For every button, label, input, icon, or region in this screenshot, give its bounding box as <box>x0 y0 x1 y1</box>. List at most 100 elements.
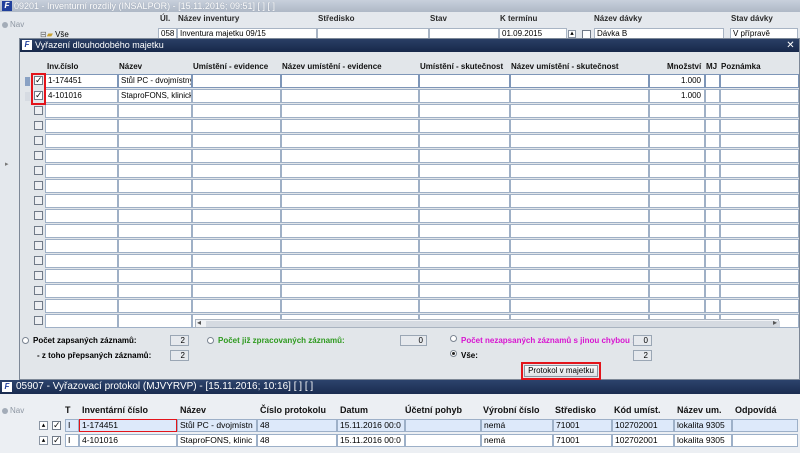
table-row-empty[interactable] <box>20 224 799 238</box>
empty-cell[interactable] <box>281 194 419 208</box>
empty-cell[interactable] <box>720 104 799 118</box>
table-row[interactable]: ✓ 4-101016 StaproFONS, klinický 1.000 <box>20 89 799 103</box>
empty-cell[interactable] <box>705 284 720 298</box>
empty-cell[interactable] <box>192 224 281 238</box>
empty-cell[interactable] <box>419 194 510 208</box>
row-checkbox[interactable] <box>34 181 43 190</box>
bottom-cell-kod[interactable]: 102702001 <box>612 419 674 432</box>
col-nazev[interactable]: Název <box>119 62 142 72</box>
row-checkbox[interactable] <box>34 106 43 115</box>
cell-umisteni-skutecnost[interactable] <box>419 89 510 103</box>
empty-cell[interactable] <box>510 284 649 298</box>
empty-cell[interactable] <box>419 224 510 238</box>
empty-cell[interactable] <box>510 254 649 268</box>
empty-cell[interactable] <box>45 209 118 223</box>
empty-cell[interactable] <box>649 194 705 208</box>
cell-nazev[interactable]: StaproFONS, klinický <box>118 89 192 103</box>
empty-cell[interactable] <box>510 299 649 313</box>
col-umisteni-skutecnost[interactable]: Umístění - skutečnost <box>420 62 503 72</box>
row-checkbox[interactable] <box>34 121 43 130</box>
background-nav-toggle[interactable]: Nav <box>2 20 24 29</box>
empty-cell[interactable] <box>720 149 799 163</box>
empty-cell[interactable] <box>720 179 799 193</box>
table-row-empty[interactable] <box>20 134 799 148</box>
empty-cell[interactable] <box>118 164 192 178</box>
table-row-empty[interactable] <box>20 164 799 178</box>
bottom-cell-protokol[interactable]: 48 <box>257 419 337 432</box>
bottom-cell-ucetni[interactable] <box>405 434 481 447</box>
empty-cell[interactable] <box>45 239 118 253</box>
empty-cell[interactable] <box>649 239 705 253</box>
empty-cell[interactable] <box>45 119 118 133</box>
empty-cell[interactable] <box>705 179 720 193</box>
row-checkbox[interactable] <box>34 316 43 325</box>
col-umisteni-evidence[interactable]: Umístění - evidence <box>193 62 268 72</box>
empty-cell[interactable] <box>45 179 118 193</box>
empty-cell[interactable] <box>192 194 281 208</box>
row-checkbox[interactable] <box>34 226 43 235</box>
empty-cell[interactable] <box>705 209 720 223</box>
empty-cell[interactable] <box>281 239 419 253</box>
table-row-empty[interactable] <box>20 104 799 118</box>
bcol-t[interactable]: T <box>65 405 71 415</box>
empty-cell[interactable] <box>720 194 799 208</box>
empty-cell[interactable] <box>419 164 510 178</box>
empty-cell[interactable] <box>192 104 281 118</box>
empty-cell[interactable] <box>118 149 192 163</box>
table-row-empty[interactable] <box>20 254 799 268</box>
empty-cell[interactable] <box>45 224 118 238</box>
col-nazev-umisteni-skutecnost[interactable]: Název umístění - skutečnost <box>511 62 619 72</box>
bottom-cell-t[interactable]: I <box>65 419 79 432</box>
empty-cell[interactable] <box>118 314 192 328</box>
cell-umisteni-skutecnost[interactable] <box>419 74 510 88</box>
horizontal-scrollbar[interactable]: ◂ ▸ <box>195 318 780 328</box>
empty-cell[interactable] <box>720 284 799 298</box>
empty-cell[interactable] <box>705 224 720 238</box>
empty-cell[interactable] <box>192 179 281 193</box>
bottom-cell-name[interactable]: StaproFONS, klinic <box>177 434 257 447</box>
bottom-cell-vyrobni[interactable]: nemá <box>481 434 553 447</box>
empty-cell[interactable] <box>419 119 510 133</box>
empty-cell[interactable] <box>419 284 510 298</box>
bottom-cell-stredisko[interactable]: 71001 <box>553 434 612 447</box>
cell-mnozstvi[interactable]: 1.000 <box>649 89 705 103</box>
empty-cell[interactable] <box>45 299 118 313</box>
row-checkbox[interactable] <box>34 241 43 250</box>
cell-poznamka[interactable] <box>720 89 799 103</box>
row-checkbox[interactable] <box>34 136 43 145</box>
col-poznamka[interactable]: Poznámka <box>721 62 761 72</box>
empty-cell[interactable] <box>649 209 705 223</box>
empty-cell[interactable] <box>510 104 649 118</box>
empty-cell[interactable] <box>45 164 118 178</box>
table-row-empty[interactable] <box>20 194 799 208</box>
cell-nazev-umisteni-evidence[interactable] <box>281 89 419 103</box>
col-inv-cislo[interactable]: Inv.číslo <box>47 62 78 72</box>
row-checkbox[interactable]: ✓ <box>52 421 61 430</box>
cell-nazev-umisteni-skutecnost[interactable] <box>510 74 649 88</box>
row-scroll-icon[interactable]: ▴ <box>39 436 48 445</box>
bcol-nazev-um[interactable]: Název um. <box>677 405 722 415</box>
bcol-inv-cislo[interactable]: Inventární číslo <box>82 405 148 415</box>
cell-nazev-umisteni-evidence[interactable] <box>281 74 419 88</box>
row-checkbox[interactable] <box>34 166 43 175</box>
empty-cell[interactable] <box>281 134 419 148</box>
empty-cell[interactable] <box>510 134 649 148</box>
bottom-window-titlebar[interactable]: F 05907 - Vyřazovací protokol (MJVYRVP) … <box>0 380 800 394</box>
empty-cell[interactable] <box>281 254 419 268</box>
empty-cell[interactable] <box>118 209 192 223</box>
empty-cell[interactable] <box>510 179 649 193</box>
empty-cell[interactable] <box>705 134 720 148</box>
empty-cell[interactable] <box>510 239 649 253</box>
bcol-odpovida[interactable]: Odpovídá <box>735 405 777 415</box>
empty-cell[interactable] <box>649 119 705 133</box>
table-row-empty[interactable] <box>20 179 799 193</box>
empty-cell[interactable] <box>118 179 192 193</box>
empty-cell[interactable] <box>281 224 419 238</box>
empty-cell[interactable] <box>281 284 419 298</box>
empty-cell[interactable] <box>118 119 192 133</box>
cell-inv-cislo[interactable]: 4-101016 <box>45 89 118 103</box>
empty-cell[interactable] <box>192 119 281 133</box>
empty-cell[interactable] <box>720 299 799 313</box>
empty-cell[interactable] <box>118 194 192 208</box>
empty-cell[interactable] <box>705 239 720 253</box>
